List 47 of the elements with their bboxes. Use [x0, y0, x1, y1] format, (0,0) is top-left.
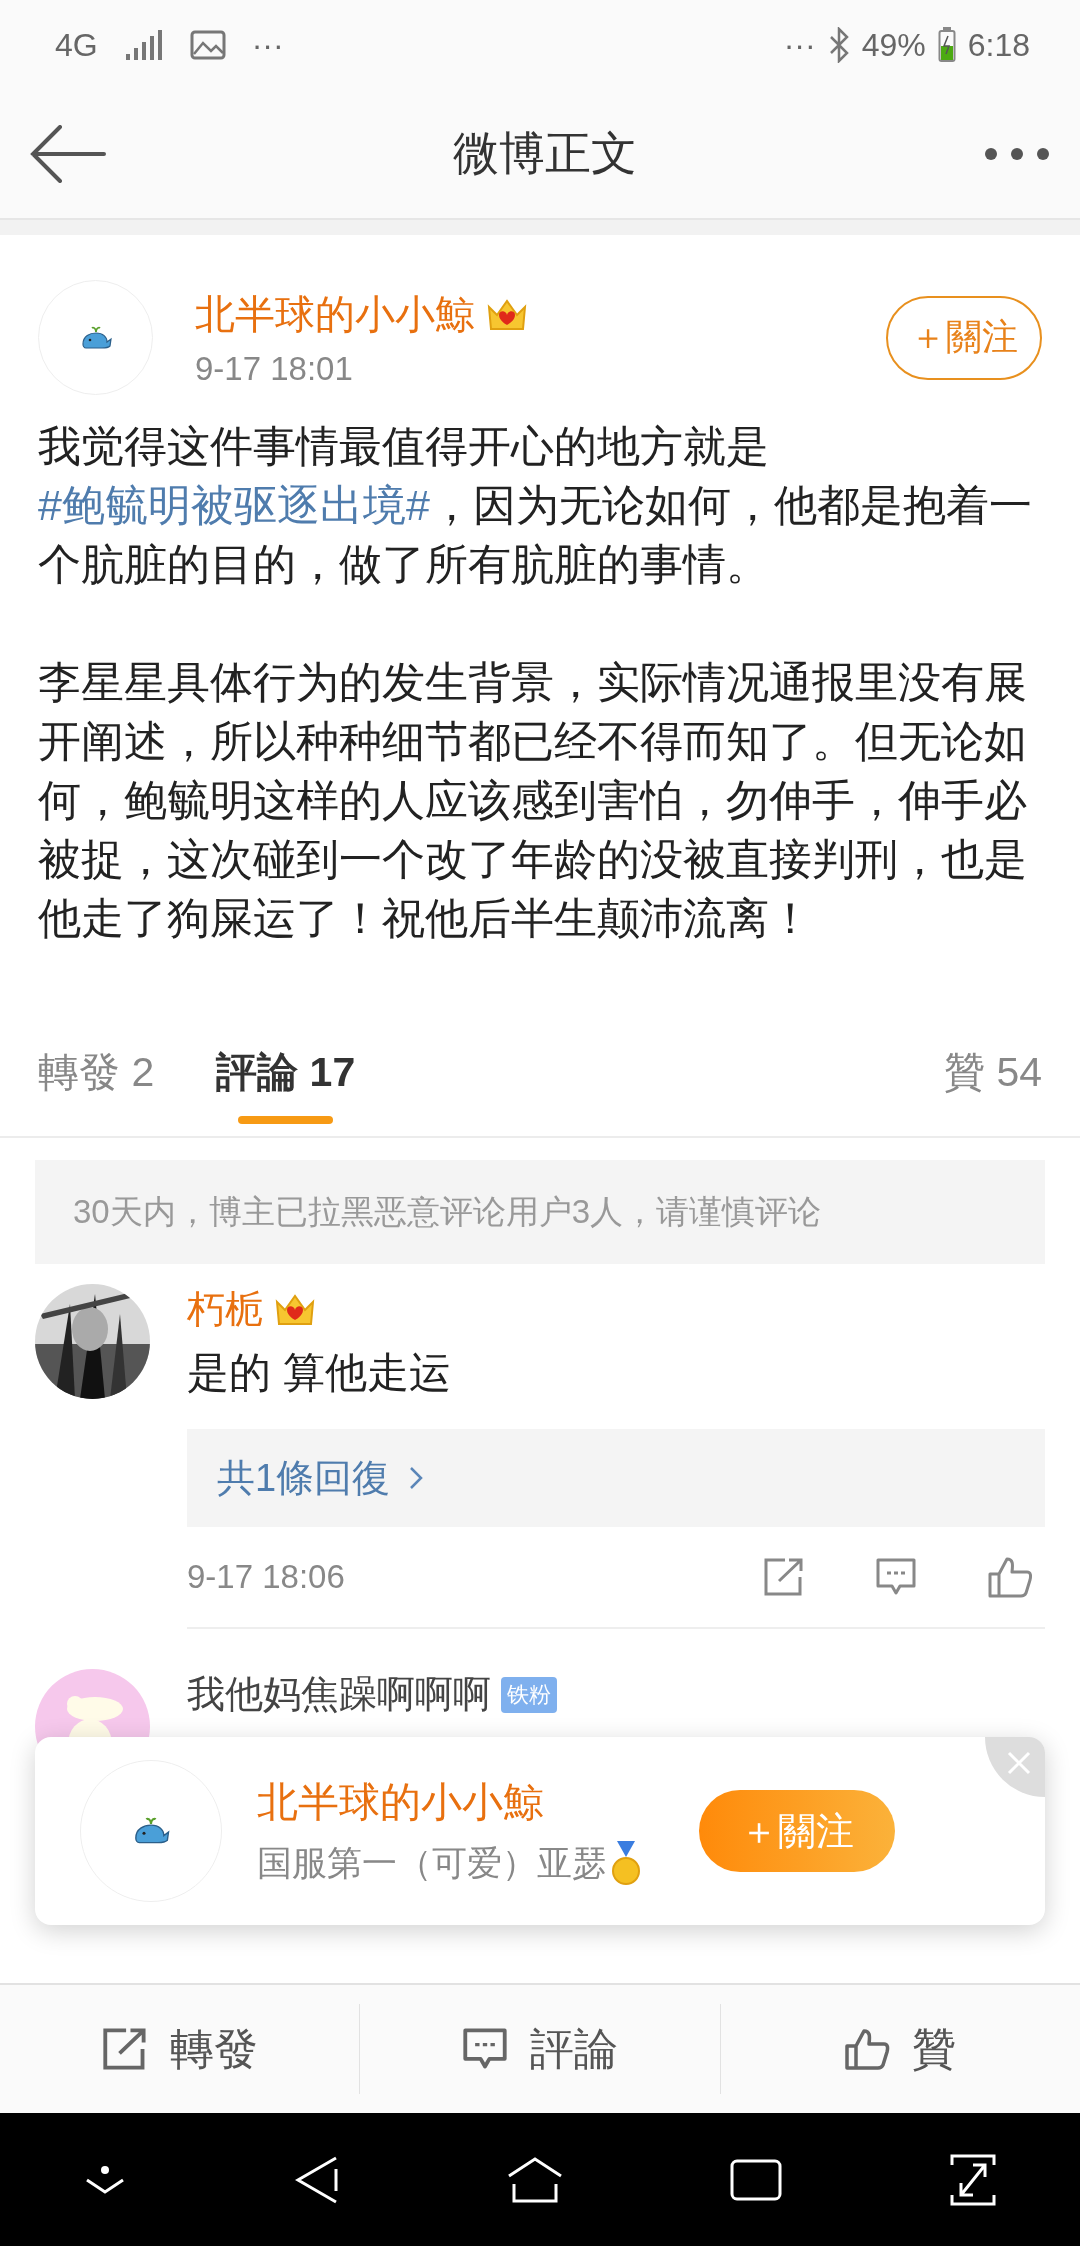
tab[interactable]: 轉發 2 [38, 1008, 155, 1136]
network-type: 4G [55, 26, 98, 64]
like-icon[interactable] [987, 1556, 1033, 1598]
author-name[interactable]: 北半球的小小鯨 [257, 1775, 699, 1830]
clock: 6:18 [967, 26, 1030, 64]
signal-icon [123, 28, 164, 62]
commenter-name[interactable]: 我他妈焦躁啊啊啊 [187, 1669, 491, 1720]
fan-badge: 铁粉 [501, 1676, 557, 1713]
share-icon [101, 2027, 148, 2071]
author-bio: 国服第一（可爱）亚瑟 [257, 1842, 607, 1884]
image-icon [189, 30, 226, 60]
expand-icon[interactable] [948, 2152, 997, 2207]
comment-icon[interactable] [875, 1557, 917, 1597]
share-icon[interactable] [763, 1557, 805, 1597]
replies-link[interactable]: 共1條回復 [187, 1429, 1045, 1527]
page-title: 微博正文 [453, 126, 637, 181]
more-options-icon[interactable] [984, 147, 1050, 161]
comment-text: 是的 算他走运 [187, 1348, 452, 1398]
post-time: 9-17 18:01 [195, 350, 354, 388]
like-icon [844, 2027, 891, 2071]
back-arrow-icon[interactable] [30, 125, 106, 183]
notice-banner: 30天内，博主已拉黑恶意评论用户3人，请谨慎评论 [35, 1160, 1045, 1264]
follow-button[interactable]: ＋關注 [886, 295, 1042, 380]
author-name[interactable]: 北半球的小小鯨 [195, 287, 475, 342]
hashtag-link[interactable]: #鲍毓明被驱逐出境# [38, 481, 430, 529]
whale-icon [79, 325, 112, 350]
follow-button[interactable]: ＋關注 [699, 1790, 895, 1872]
whale-icon [132, 1817, 170, 1845]
post-text: 我觉得这件事情最值得开心的地方就是 #鲍毓明被驱逐出境#，因为无论如何，他都是抱着一个肮脏的目的，做了所有肮脏的事情。 [38, 421, 1033, 590]
bluetooth-icon [827, 27, 850, 63]
comment-time: 9-17 18:06 [187, 1558, 345, 1596]
action-button[interactable]: 轉發 [0, 2004, 361, 2094]
medal-icon [611, 1840, 641, 1887]
tab[interactable]: 評論 17 [216, 1008, 356, 1136]
chevron-right-icon [408, 1465, 425, 1491]
action-button[interactable]: 評論 [360, 2004, 721, 2094]
post-text: 李星星具体行为的发生背景，实际情况通报里没有展开阐述，所以种种细节都已经不得而知了。但无论如何，鲍毓明这样的人应该感到害怕，勿伸手，伸手必被捉，这次碰到一个改了年龄的没被直接判刑，也是他走了狗屎运了！祝他后半生颠沛流离！ [38, 657, 1028, 944]
back-icon[interactable] [293, 2154, 340, 2205]
more-notifications: ··· [251, 26, 284, 64]
commenter-name[interactable]: 朽栀 [187, 1284, 263, 1335]
recent-apps-icon[interactable] [730, 2158, 783, 2201]
battery-icon [937, 27, 956, 63]
more-notifications: ··· [783, 26, 816, 64]
battery-percent: 49% [861, 26, 926, 64]
action-button[interactable]: 贊 [720, 2004, 1080, 2094]
comment-icon [462, 2027, 508, 2071]
tab[interactable]: 贊 54 [944, 1008, 1042, 1136]
